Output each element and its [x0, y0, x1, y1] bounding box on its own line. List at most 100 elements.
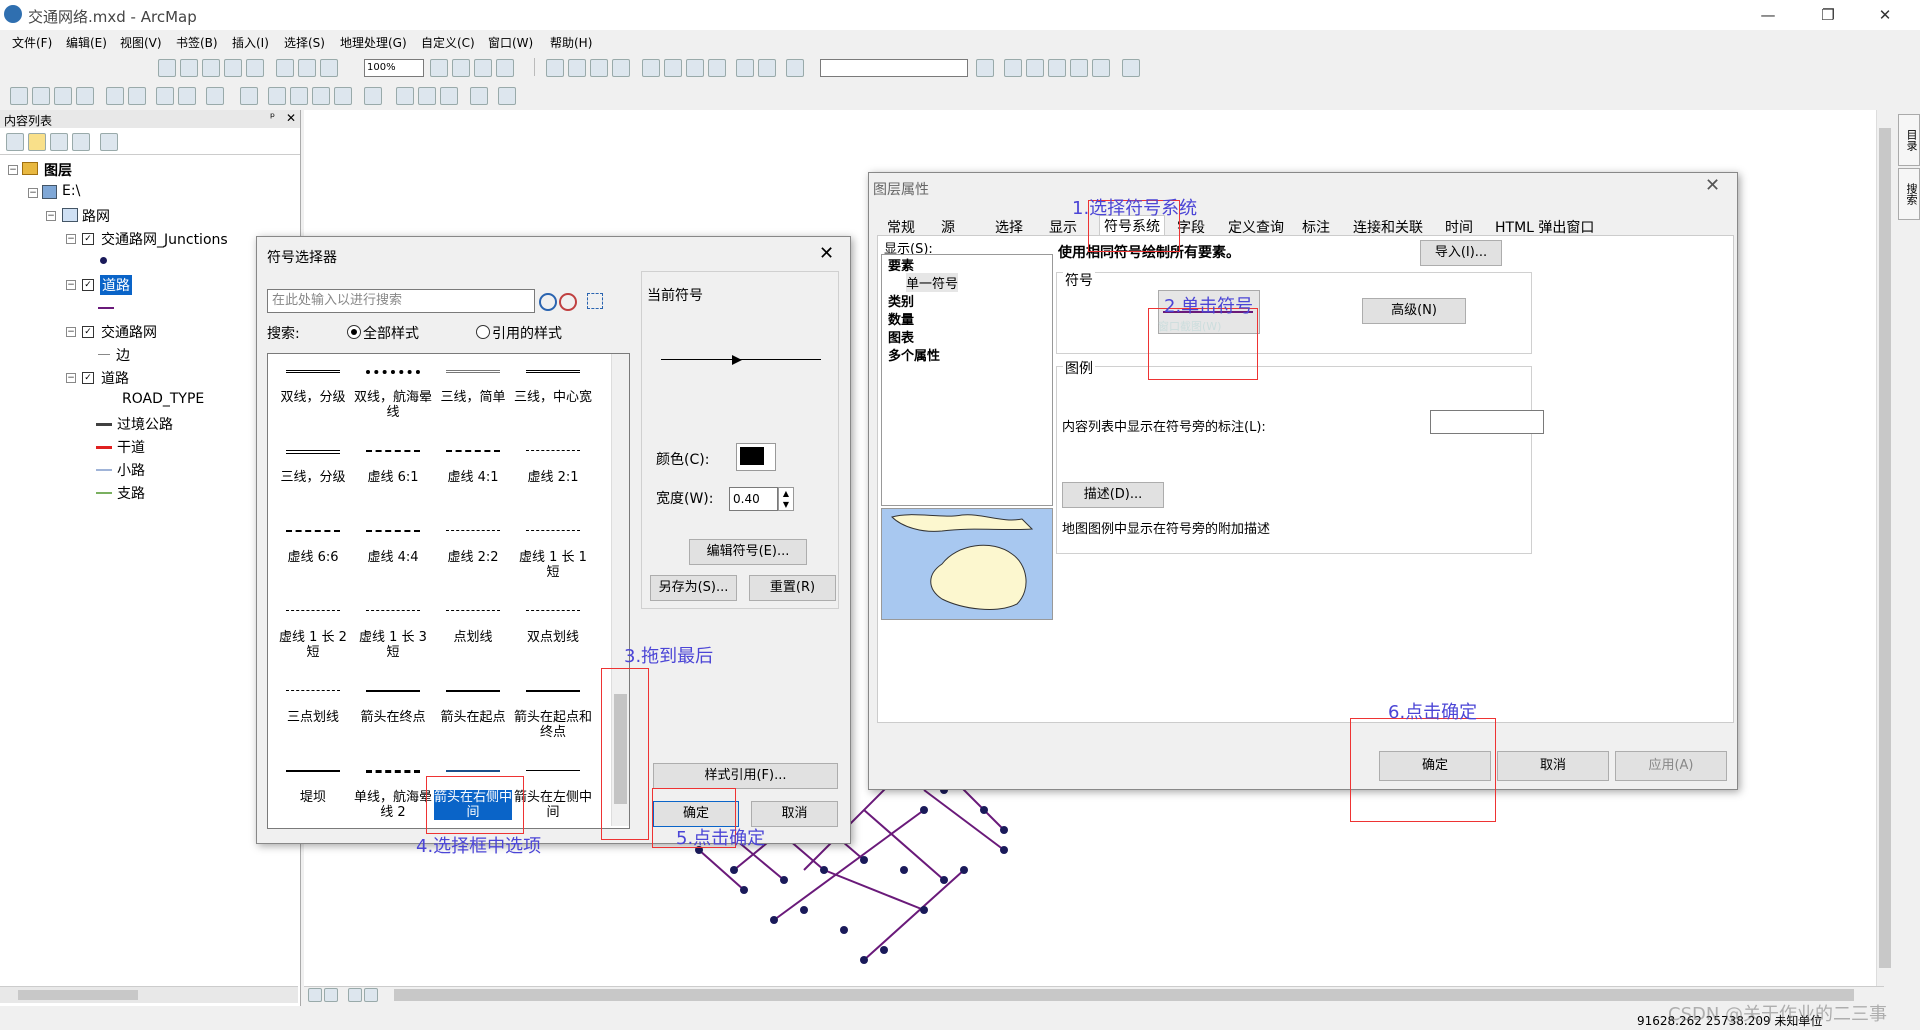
zoom-out-fixed-icon[interactable]: [180, 59, 198, 77]
map-horizontal-scrollbar[interactable]: [394, 989, 1854, 1001]
create-viewer-icon[interactable]: [498, 87, 516, 105]
go-to-xy-icon[interactable]: [440, 87, 458, 105]
color-picker-button[interactable]: [736, 443, 776, 471]
layer-visibility-checkbox[interactable]: ✓: [82, 279, 94, 291]
width-spinner[interactable]: ▲ ▼: [778, 487, 794, 511]
map-scale-select[interactable]: [820, 59, 968, 77]
toc-layer-network[interactable]: 交通路网: [101, 322, 157, 342]
zoom-percent-select[interactable]: 100%: [364, 59, 424, 77]
menu-customize[interactable]: 自定义(C): [421, 34, 475, 51]
scroll-thumb[interactable]: [18, 990, 138, 1000]
catalog-window-icon[interactable]: [1026, 59, 1044, 77]
symbol-cell[interactable]: 箭头在终点: [354, 684, 432, 758]
draft-mode-icon[interactable]: [496, 59, 514, 77]
radio-referenced-styles[interactable]: [476, 325, 490, 339]
pause-drawing-icon[interactable]: [364, 988, 378, 1002]
pin-icon[interactable]: ᵖ: [270, 110, 275, 124]
symbol-cell[interactable]: 虚线 4:4: [354, 524, 432, 598]
tree-multiple-attributes[interactable]: 多个属性: [888, 345, 940, 364]
catalog-side-tab[interactable]: 目录: [1898, 114, 1920, 166]
symbol-cell[interactable]: 虚线 1 长 2 短: [274, 604, 352, 678]
toc-layer-roads2[interactable]: 道路: [101, 368, 129, 388]
delete-icon[interactable]: [708, 59, 726, 77]
menu-geoprocessing[interactable]: 地理处理(G): [340, 34, 407, 51]
layer-visibility-checkbox[interactable]: ✓: [82, 233, 94, 245]
table-of-contents-icon[interactable]: [1004, 59, 1022, 77]
fixed-zoom-out-icon[interactable]: [128, 87, 146, 105]
tab-selection[interactable]: 选择: [995, 217, 1023, 237]
tab-display[interactable]: 显示: [1049, 217, 1077, 237]
collapse-icon[interactable]: −: [8, 165, 18, 175]
python-window-icon[interactable]: [1092, 59, 1110, 77]
list-by-selection-icon[interactable]: [72, 133, 90, 151]
menu-insert[interactable]: 插入(I): [232, 34, 269, 51]
toc-dataset-roadnet[interactable]: 路网: [82, 206, 110, 226]
layer-visibility-checkbox[interactable]: ✓: [82, 326, 94, 338]
zoom-out-icon[interactable]: [32, 87, 50, 105]
tab-source[interactable]: 源: [941, 217, 955, 237]
dialog-close-icon[interactable]: ✕: [819, 243, 834, 264]
reset-button[interactable]: 重置(R): [749, 575, 836, 601]
refresh-view-icon[interactable]: [348, 988, 362, 1002]
symbol-gallery[interactable]: 双线，分级 双线，航海晕线 三线，简单 三线，中心宽 三线，分级 虚线 6:1 虚线 4:1…: [267, 353, 630, 829]
tree-single-symbol[interactable]: 单一符号: [906, 273, 959, 292]
tree-features[interactable]: 要素: [888, 255, 914, 274]
save-as-button[interactable]: 另存为(S)...: [650, 575, 737, 601]
edit-symbol-button[interactable]: 编辑符号(E)...: [689, 539, 807, 565]
symbol-cell[interactable]: 虚线 1 长 3 短: [354, 604, 432, 678]
select-elements-arrow-icon[interactable]: [268, 87, 286, 105]
modelbuilder-icon[interactable]: [1122, 59, 1140, 77]
tab-html-popup[interactable]: HTML 弹出窗口: [1495, 217, 1594, 237]
import-button[interactable]: 导入(I)...: [1420, 240, 1502, 266]
undo-icon[interactable]: [736, 59, 754, 77]
print-icon[interactable]: [612, 59, 630, 77]
cancel-button[interactable]: 取消: [1497, 751, 1609, 781]
search-icon[interactable]: [539, 293, 557, 311]
symbol-cell[interactable]: 三线，中心宽: [514, 364, 592, 438]
symbol-cell[interactable]: 虚线 6:6: [274, 524, 352, 598]
symbol-cell[interactable]: 虚线 2:1: [514, 444, 592, 518]
add-data-icon[interactable]: [786, 59, 804, 77]
zoom-in-fixed-icon[interactable]: [158, 59, 176, 77]
layout-view-icon[interactable]: [430, 59, 448, 77]
menu-edit[interactable]: 编辑(E): [66, 34, 107, 51]
search-window-icon[interactable]: [1048, 59, 1066, 77]
width-input[interactable]: 0.40: [729, 487, 778, 511]
collapse-icon[interactable]: −: [66, 234, 76, 244]
go-forward-icon[interactable]: [178, 87, 196, 105]
map-vertical-scrollbar[interactable]: [1876, 110, 1893, 990]
data-view-icon[interactable]: [452, 59, 470, 77]
editor-toolbar-icon[interactable]: [976, 59, 994, 77]
time-slider-icon[interactable]: [470, 87, 488, 105]
symbol-cell[interactable]: 双线，分级: [274, 364, 352, 438]
find-route-icon[interactable]: [418, 87, 436, 105]
fixed-zoom-in-icon[interactable]: [106, 87, 124, 105]
style-references-button[interactable]: 样式引用(F)...: [653, 763, 838, 789]
tree-charts[interactable]: 图表: [888, 327, 914, 346]
arctoolbox-icon[interactable]: [1070, 59, 1088, 77]
cut-icon[interactable]: [642, 59, 660, 77]
clear-selection-icon[interactable]: [240, 87, 258, 105]
symbol-cell[interactable]: 三线，分级: [274, 444, 352, 518]
find-binoculars-icon[interactable]: [396, 87, 414, 105]
minimize-button[interactable]: —: [1745, 2, 1791, 28]
list-by-source-icon[interactable]: [28, 133, 46, 151]
advanced-dropdown-button[interactable]: 高级(N): [1362, 298, 1466, 324]
collapse-icon[interactable]: −: [46, 211, 56, 221]
hyperlink-icon[interactable]: [312, 87, 330, 105]
select-features-icon[interactable]: [206, 87, 224, 105]
tab-definition-query[interactable]: 定义查询: [1228, 217, 1284, 237]
layout-view-button-icon[interactable]: [324, 988, 338, 1002]
collapse-icon[interactable]: −: [28, 188, 38, 198]
symbol-cell[interactable]: 虚线 2:2: [434, 524, 512, 598]
zoom-100-icon[interactable]: [246, 59, 264, 77]
toc-layer-roads-selected[interactable]: 道路: [100, 275, 132, 295]
collapse-icon[interactable]: −: [66, 280, 76, 290]
symbol-cell[interactable]: 双线，航海晕线: [354, 364, 432, 438]
toc-source-folder[interactable]: E:\: [62, 183, 80, 199]
toc-horizontal-scrollbar[interactable]: [0, 986, 298, 1003]
symbol-cell[interactable]: 点划线: [434, 604, 512, 678]
new-document-icon[interactable]: [546, 59, 564, 77]
toc-layers-root[interactable]: 图层: [44, 160, 72, 180]
menu-view[interactable]: 视图(V): [120, 34, 162, 51]
